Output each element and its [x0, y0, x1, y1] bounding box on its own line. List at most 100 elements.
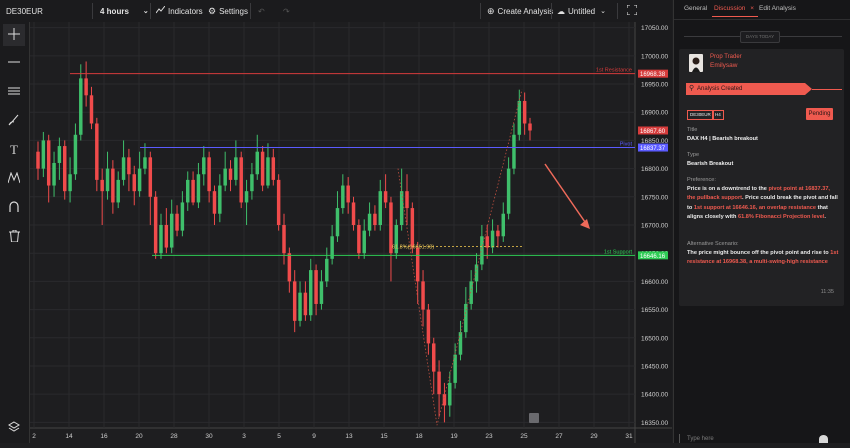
candle-body	[421, 281, 425, 310]
candle-body	[383, 191, 388, 203]
x-tick-label: 9	[312, 433, 316, 440]
candle-body	[506, 168, 511, 214]
x-tick-label: 15	[380, 433, 388, 440]
analysis-created-label: Analysis Created	[697, 85, 743, 92]
candle-body	[303, 292, 308, 316]
price-chart[interactable]: 17050.00 17000.00 16950.00 16900.00 16850.00…	[30, 22, 672, 443]
candle-body	[292, 281, 297, 321]
reply-bar: Type here	[679, 434, 844, 443]
text-icon: T	[10, 142, 18, 157]
reply-input[interactable]: Type here	[687, 436, 714, 442]
candle-body	[522, 100, 527, 124]
x-tick-label: 14	[65, 433, 73, 440]
undo-icon: ↶	[258, 6, 265, 16]
candle-body	[137, 168, 142, 192]
candle-body	[121, 157, 126, 180]
candle-body	[41, 140, 46, 169]
redo-icon: ↷	[283, 6, 290, 16]
indicators-button[interactable]: Indicators	[155, 0, 203, 22]
untitled-label: Untitled	[568, 6, 596, 16]
close-icon[interactable]: ×	[750, 5, 754, 12]
y-tick-label: 16600.00	[641, 279, 668, 286]
pattern-tool[interactable]	[3, 168, 25, 190]
layers-button[interactable]	[3, 417, 25, 439]
symbol-selector[interactable]: DE30EUR	[6, 0, 43, 22]
brush-tool[interactable]	[3, 110, 25, 132]
type-label: Type	[687, 152, 700, 158]
candle-body	[405, 191, 409, 209]
y-tick-label: 16550.00	[641, 307, 668, 314]
candle-body	[378, 191, 382, 225]
candle-body	[490, 230, 495, 248]
crosshair-tool[interactable]	[3, 24, 25, 46]
x-tick-label: 3	[242, 433, 246, 440]
candle-body	[271, 157, 276, 180]
y-tick-label: 16950.00	[641, 82, 668, 89]
price-tag-label: 16968.38	[640, 72, 666, 78]
candle-body	[250, 174, 254, 192]
y-tick-label: 16900.00	[641, 110, 668, 117]
candle-body	[442, 394, 447, 406]
candle-body	[415, 247, 420, 282]
chevron-down-icon: ⌄	[600, 8, 606, 15]
y-tick-label: 16750.00	[641, 194, 668, 201]
candle-body	[95, 123, 99, 180]
delete-drawings-button[interactable]	[3, 226, 25, 248]
horizontal-line-icon	[8, 56, 20, 71]
create-analysis-button[interactable]: ⊕ Create Analysis	[487, 0, 553, 22]
author-role: Prop Trader	[710, 54, 742, 60]
symbol-label: DE30EUR	[6, 6, 43, 16]
go-to-realtime-button	[529, 413, 539, 423]
send-button[interactable]	[819, 435, 828, 443]
author-name[interactable]: Emilysaw	[710, 62, 737, 69]
candle-body	[68, 174, 72, 192]
candle-body	[319, 281, 324, 304]
candle-body	[367, 213, 372, 231]
candle-body	[228, 168, 233, 180]
y-tick-label: 16450.00	[641, 363, 668, 370]
trendline-tool[interactable]	[3, 52, 25, 74]
candle-body	[191, 179, 195, 203]
tab-edit-analysis[interactable]: Edit Analysis	[759, 5, 796, 12]
channel-tool[interactable]	[3, 81, 25, 103]
candle-body	[298, 292, 302, 321]
message-time: 11:35	[820, 289, 834, 295]
candle-body	[73, 134, 78, 175]
candle-body	[207, 157, 211, 192]
tag-symbol: DE30EUR	[687, 110, 714, 120]
candle-body	[485, 236, 489, 248]
candle-body	[84, 78, 88, 96]
candle-body	[410, 208, 415, 248]
alternative-label: Alternative Scenario:	[687, 241, 739, 247]
candle-body	[127, 157, 131, 175]
crosshair-icon	[8, 27, 20, 43]
candle-body	[282, 225, 286, 254]
price-tag-label: 16867.60	[640, 129, 666, 135]
brush-icon	[8, 114, 20, 129]
timeframe-selector[interactable]: 4 hours ⌄	[100, 0, 149, 22]
x-tick-label: 2	[32, 433, 36, 440]
layout-selector[interactable]: ☁ Untitled ⌄	[557, 0, 606, 22]
candle-body	[244, 191, 249, 203]
price-tag-label: 16646.16	[640, 254, 666, 260]
tab-discussion[interactable]: Discussion ×	[714, 5, 754, 12]
text-tool[interactable]: T	[3, 139, 25, 161]
magnet-tool[interactable]	[3, 197, 25, 219]
redo-button[interactable]: ↷	[283, 0, 290, 22]
candle-body	[453, 354, 457, 383]
fullscreen-button[interactable]	[626, 0, 638, 22]
candle-body	[512, 134, 516, 169]
chart-toolbar: DE30EUR 4 hours ⌄ Indicators ⚙ Settings …	[0, 0, 672, 23]
undo-button[interactable]: ↶	[258, 0, 265, 22]
settings-button[interactable]: ⚙ Settings	[208, 0, 248, 22]
indicators-icon	[155, 5, 166, 16]
status-badge: Pending	[806, 108, 833, 120]
candle-body	[287, 253, 292, 282]
tab-general[interactable]: General	[684, 5, 707, 12]
x-tick-label: 27	[555, 433, 563, 440]
candle-body	[346, 185, 350, 203]
candle-body	[432, 343, 436, 372]
y-tick-label: 16700.00	[641, 223, 668, 230]
x-tick-label: 23	[485, 433, 493, 440]
candle-body	[234, 157, 238, 180]
